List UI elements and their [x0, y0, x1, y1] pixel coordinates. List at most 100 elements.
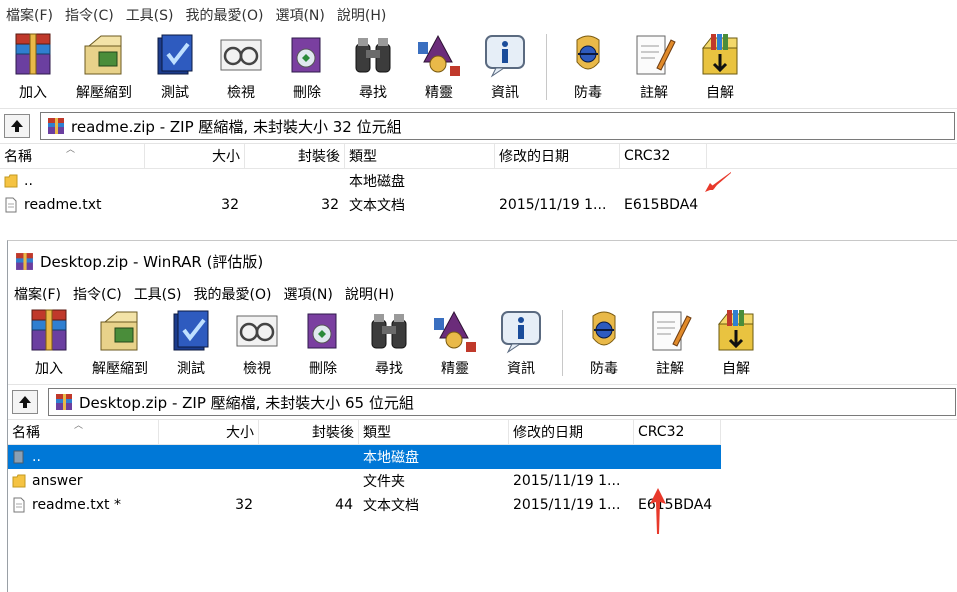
folder-icon: [4, 173, 18, 189]
toolbar: 加入 解壓縮到 測試 檢視 刪除 尋找 精靈 資訊 防毒 註解 自解: [0, 30, 957, 108]
toolbar-label: 自解: [706, 85, 734, 101]
menu-bar: 檔案(F) 指令(C) 工具(S) 我的最愛(O) 選項(N) 說明(H): [0, 0, 957, 30]
file-list: ︿ 名稱 大小 封裝後 類型 修改的日期 CRC32 .. 本地磁盘 readm…: [0, 144, 957, 217]
table-row[interactable]: readme.txt 32 32 文本文档 2015/11/19 1... E6…: [0, 193, 957, 217]
toolbar-label: 加入: [35, 361, 63, 377]
delete-icon: [300, 308, 346, 354]
add-archive-icon: [26, 308, 72, 354]
file-icon: [4, 197, 18, 213]
antivirus-button[interactable]: 防毒: [571, 306, 637, 378]
cell-name: ..: [32, 449, 41, 465]
cell-crc: E615BDA4: [624, 197, 699, 213]
menu-favorites[interactable]: 我的最愛(O): [180, 5, 270, 25]
view-button[interactable]: 檢視: [208, 30, 274, 102]
cell-type: 文本文档: [363, 498, 419, 514]
add-button[interactable]: 加入: [16, 306, 82, 378]
menu-options[interactable]: 選項(N): [277, 284, 338, 304]
antivirus-icon: [581, 308, 627, 354]
menu-tools[interactable]: 工具(S): [120, 5, 180, 25]
annotation-arrow: [705, 172, 731, 192]
column-crc[interactable]: CRC32: [634, 420, 721, 444]
rar-archive-icon: [55, 393, 73, 411]
toolbar-label: 防毒: [590, 361, 618, 377]
delete-button[interactable]: 刪除: [274, 30, 340, 102]
table-row[interactable]: .. 本地磁盘: [0, 169, 957, 193]
test-button[interactable]: 測試: [142, 30, 208, 102]
antivirus-icon: [565, 32, 611, 78]
table-row[interactable]: .. 本地磁盘: [8, 445, 721, 469]
toolbar-label: 刪除: [293, 85, 321, 101]
cell-name: readme.txt *: [32, 497, 121, 513]
menu-file[interactable]: 檔案(F): [8, 284, 67, 304]
antivirus-button[interactable]: 防毒: [555, 30, 621, 102]
column-size[interactable]: 大小: [159, 420, 259, 444]
toolbar-label: 解壓縮到: [92, 361, 148, 377]
cell-size: 32: [221, 197, 239, 213]
view-icon: [218, 32, 264, 78]
menu-commands[interactable]: 指令(C): [67, 284, 128, 304]
toolbar-label: 檢視: [243, 361, 271, 377]
table-row[interactable]: answer 文件夹 2015/11/19 1...: [8, 469, 957, 493]
wizard-button[interactable]: 精靈: [422, 306, 488, 378]
wizard-button[interactable]: 精靈: [406, 30, 472, 102]
column-type[interactable]: 類型: [345, 144, 495, 168]
menu-help[interactable]: 說明(H): [331, 5, 392, 25]
add-archive-icon: [10, 32, 56, 78]
test-button[interactable]: 測試: [158, 306, 224, 378]
comment-button[interactable]: 註解: [637, 306, 703, 378]
menu-tools[interactable]: 工具(S): [128, 284, 188, 304]
up-one-level-button[interactable]: [4, 114, 30, 138]
address-bar: Desktop.zip - ZIP 壓縮檔, 未封裝大小 65 位元組: [8, 384, 957, 420]
column-type[interactable]: 類型: [359, 420, 509, 444]
column-header-row: ︿ 名稱 大小 封裝後 類型 修改的日期 CRC32: [0, 144, 957, 169]
up-arrow-icon: [17, 394, 33, 410]
rar-archive-icon: [47, 117, 65, 135]
address-field[interactable]: Desktop.zip - ZIP 壓縮檔, 未封裝大小 65 位元組: [48, 388, 956, 416]
up-one-level-button[interactable]: [12, 390, 38, 414]
address-text: readme.zip - ZIP 壓縮檔, 未封裝大小 32 位元組: [71, 117, 402, 136]
sfx-button[interactable]: 自解: [687, 30, 753, 102]
menu-help[interactable]: 說明(H): [339, 284, 400, 304]
column-modified[interactable]: 修改的日期: [509, 420, 634, 444]
info-button[interactable]: 資訊: [488, 306, 554, 378]
find-icon: [366, 308, 412, 354]
view-icon: [234, 308, 280, 354]
toolbar-label: 資訊: [491, 85, 519, 101]
cell-size: 32: [235, 497, 253, 513]
delete-button[interactable]: 刪除: [290, 306, 356, 378]
menu-options[interactable]: 選項(N): [269, 5, 330, 25]
menu-favorites[interactable]: 我的最愛(O): [188, 284, 278, 304]
sfx-icon: [697, 32, 743, 78]
wizard-icon: [416, 32, 462, 78]
address-text: Desktop.zip - ZIP 壓縮檔, 未封裝大小 65 位元組: [79, 393, 414, 412]
sfx-button[interactable]: 自解: [703, 306, 769, 378]
info-button[interactable]: 資訊: [472, 30, 538, 102]
cell-type: 本地磁盘: [363, 450, 419, 466]
column-crc[interactable]: CRC32: [620, 144, 707, 168]
extract-to-button[interactable]: 解壓縮到: [66, 30, 142, 102]
add-button[interactable]: 加入: [0, 30, 66, 102]
column-packed[interactable]: 封裝後: [259, 420, 359, 444]
cell-type: 文件夹: [363, 474, 405, 490]
address-bar: readme.zip - ZIP 壓縮檔, 未封裝大小 32 位元組: [0, 108, 957, 144]
cell-packed: 44: [335, 497, 353, 513]
cell-name: readme.txt: [24, 197, 102, 213]
menu-commands[interactable]: 指令(C): [59, 5, 120, 25]
column-header-row: ︿ 名稱 大小 封裝後 類型 修改的日期 CRC32: [8, 420, 721, 445]
extract-to-button[interactable]: 解壓縮到: [82, 306, 158, 378]
find-button[interactable]: 尋找: [340, 30, 406, 102]
address-field[interactable]: readme.zip - ZIP 壓縮檔, 未封裝大小 32 位元組: [40, 112, 955, 140]
find-button[interactable]: 尋找: [356, 306, 422, 378]
toolbar-separator: [546, 34, 547, 100]
wizard-icon: [432, 308, 478, 354]
table-row[interactable]: readme.txt * 32 44 文本文档 2015/11/19 1... …: [8, 493, 957, 517]
comment-button[interactable]: 註解: [621, 30, 687, 102]
column-modified[interactable]: 修改的日期: [495, 144, 620, 168]
column-packed[interactable]: 封裝後: [245, 144, 345, 168]
up-arrow-icon: [9, 118, 25, 134]
menu-file[interactable]: 檔案(F): [0, 5, 59, 25]
view-button[interactable]: 檢視: [224, 306, 290, 378]
column-name[interactable]: 名稱: [8, 420, 159, 444]
cell-packed: 32: [321, 197, 339, 213]
column-size[interactable]: 大小: [145, 144, 245, 168]
